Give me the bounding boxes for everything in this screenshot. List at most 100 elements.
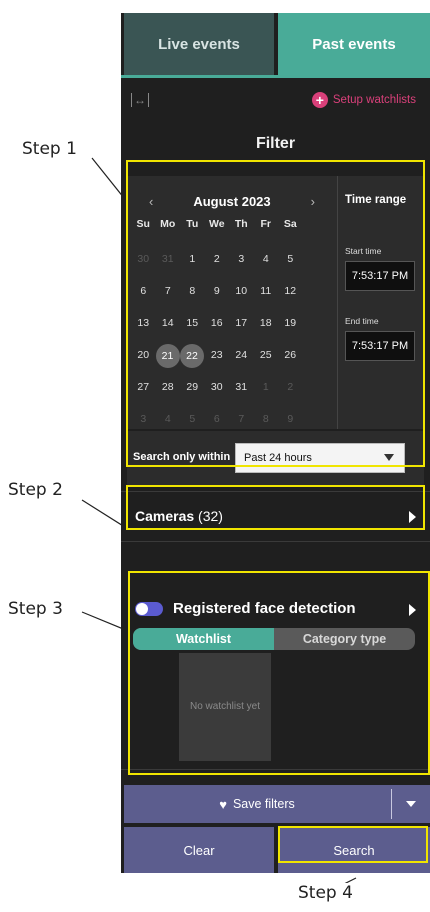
calendar-day[interactable]: 29 [180,374,205,401]
setup-watchlists-link[interactable]: + Setup watchlists [311,92,416,108]
calendar-day[interactable]: 2 [205,246,230,273]
date-time-filter: ‹ August 2023 › Su Mo Tu We Th Fr Sa 30 31 1 2 3 4 5 6… [127,176,424,429]
expand-arrow-icon[interactable] [409,604,416,616]
save-filters-bar: ♥ Save filters [124,785,430,823]
calendar-day[interactable]: 20 [131,342,156,369]
face-detection-section: Registered face detection Watchlist Cate… [121,573,430,773]
cameras-label: Cameras [135,508,195,524]
end-time-label: End time [345,316,379,326]
cameras-count: (32) [198,508,223,524]
start-time-label: Start time [345,246,382,256]
calendar-day[interactable]: 26 [278,342,303,369]
weekday-label: We [208,218,225,230]
calendar-day[interactable]: 2 [278,374,303,401]
empty-watchlist-placeholder: No watchlist yet [179,653,271,761]
calendar-day[interactable]: 30 [131,246,156,273]
weekday-label: Su [136,218,150,230]
chevron-down-icon [406,801,416,807]
calendar-day[interactable]: 13 [131,310,156,337]
calendar-day[interactable]: 31 [156,246,181,273]
calendar-day[interactable]: 21 [155,344,180,368]
calendar-divider [337,176,338,429]
tab-live-events[interactable]: Live events [124,13,274,75]
calendar-day[interactable]: 17 [229,310,254,337]
tab-underline [121,75,430,78]
calendar-day[interactable]: 5 [278,246,303,273]
face-detection-toggle[interactable] [135,602,163,616]
calendar-day[interactable]: 3 [131,406,156,433]
tab-past-events[interactable]: Past events [278,13,430,75]
calendar-day[interactable]: 18 [254,310,279,337]
calendar-day[interactable]: 31 [229,374,254,401]
calendar-day[interactable]: 4 [254,246,279,273]
divider [121,769,430,770]
chevron-right-icon[interactable]: › [311,194,315,209]
setup-watchlists-label: Setup watchlists [332,94,416,106]
calendar-day[interactable]: 28 [156,374,181,401]
calendar-day[interactable]: 9 [278,406,303,433]
expand-arrow-icon [409,511,416,523]
calendar-day[interactable]: 1 [180,246,205,273]
end-time-field[interactable]: 7:53:17 PM [345,331,415,361]
calendar-day[interactable]: 15 [180,310,205,337]
search-button[interactable]: Search [278,827,430,873]
calendar-day[interactable]: 30 [205,374,230,401]
collapse-panel-icon[interactable]: ↔ [131,93,149,107]
tab-category-type[interactable]: Category type [274,628,415,650]
filter-panel: Live events Past events ↔ + Setup watchl… [121,13,430,873]
calendar-day[interactable]: 4 [156,406,181,433]
calendar-header: ‹ August 2023 › [127,194,337,209]
cameras-label-group: Cameras (32) [135,508,223,524]
calendar-day[interactable]: 14 [156,310,181,337]
callout-step-1: Step 1 [22,139,77,159]
calendar-day[interactable]: 25 [254,342,279,369]
calendar-day[interactable]: 6 [131,278,156,305]
calendar-day[interactable]: 7 [156,278,181,305]
time-range-column: Time range Start time 7:53:17 PM End tim… [345,194,421,361]
callout-step-2: Step 2 [8,480,63,500]
weekday-label: Tu [186,218,199,230]
calendar-day[interactable]: 7 [229,406,254,433]
calendar-day[interactable]: 19 [278,310,303,337]
calendar-day[interactable]: 24 [229,342,254,369]
add-circle-icon: + [311,92,328,108]
time-range-title: Time range [345,194,407,206]
dropdown-caret-icon [384,454,394,461]
calendar-day[interactable]: 22 [180,344,204,368]
face-detection-tabs: Watchlist Category type [133,628,415,650]
calendar-day[interactable]: 6 [205,406,230,433]
calendar-day[interactable]: 27 [131,374,156,401]
weekday-label: Sa [283,218,297,230]
calendar-day[interactable]: 16 [205,310,230,337]
save-filters-dropdown[interactable] [392,785,430,823]
filter-title: Filter [255,135,296,152]
calendar-day[interactable]: 23 [205,342,230,369]
callout-step-3: Step 3 [8,599,63,619]
calendar-day[interactable]: 8 [254,406,279,433]
search-within-row: Search only within Past 24 hours [127,431,424,485]
weekday-label: Th [234,218,248,230]
calendar-day[interactable]: 9 [205,278,230,305]
calendar-day[interactable]: 1 [254,374,279,401]
face-detection-label: Registered face detection [173,600,356,617]
toggle-knob [136,603,148,615]
search-within-select[interactable]: Past 24 hours [235,443,405,473]
calendar-day[interactable]: 8 [180,278,205,305]
calendar-day[interactable]: 12 [278,278,303,305]
start-time-field[interactable]: 7:53:17 PM [345,261,415,291]
heart-icon: ♥ [219,796,227,812]
save-filters-label: Save filters [232,797,295,811]
calendar-day[interactable]: 5 [180,406,205,433]
weekday-label: Mo [160,218,176,230]
divider [121,541,430,542]
calendar-month-label: August 2023 [193,194,271,209]
chevron-left-icon[interactable]: ‹ [149,194,153,209]
clear-button[interactable]: Clear [124,827,274,873]
calendar-day[interactable]: 11 [254,278,279,305]
cameras-section[interactable]: Cameras (32) [121,491,430,539]
calendar-day[interactable]: 10 [229,278,254,305]
tab-watchlist[interactable]: Watchlist [133,628,274,650]
save-filters-button[interactable]: ♥ Save filters [124,785,390,823]
weekday-label: Fr [260,218,272,230]
calendar-day[interactable]: 3 [229,246,254,273]
